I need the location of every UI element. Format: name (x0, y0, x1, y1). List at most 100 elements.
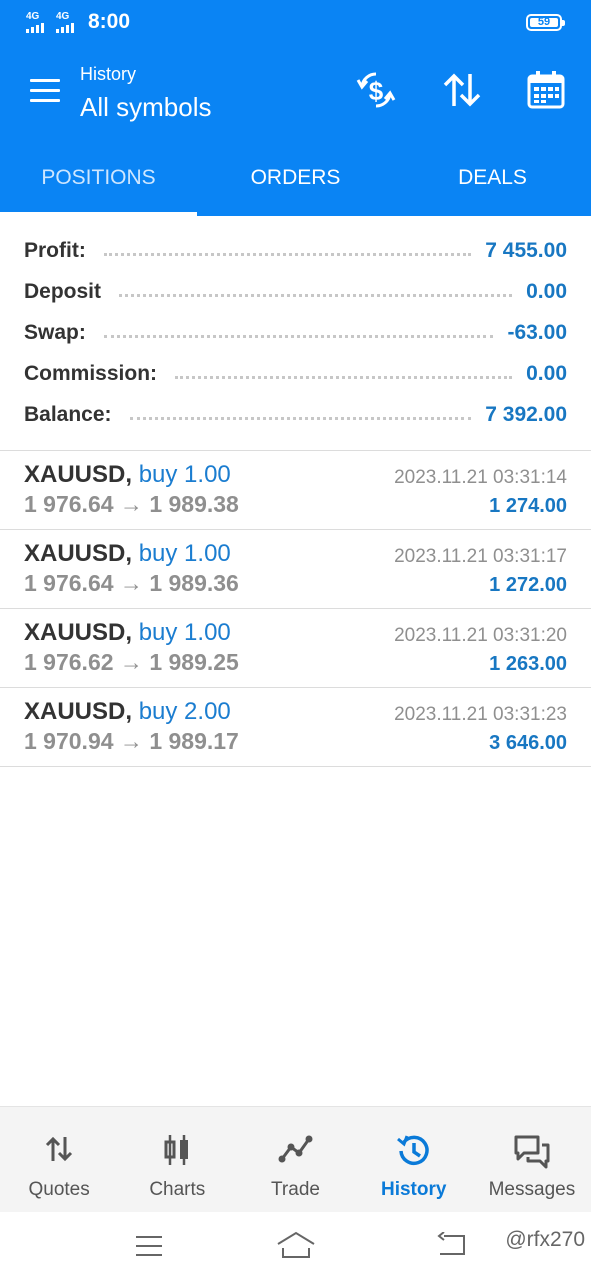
deal-type: buy 1.00 (138, 461, 231, 488)
nav-charts[interactable]: Charts (118, 1107, 236, 1212)
symbol-selector[interactable]: All symbols (80, 92, 211, 123)
deal-time: 2023.11.21 03:31:17 (394, 546, 567, 567)
list-item[interactable]: XAUUSD, buy 2.00 1 970.94 → 1 989.17 202… (0, 688, 591, 767)
arrow-icon: → (119, 491, 143, 517)
bottom-nav: Quotes Charts Trade History Messages (0, 1106, 591, 1212)
nav-quotes[interactable]: Quotes (0, 1107, 118, 1212)
deal-symbol: XAUUSD, (24, 461, 133, 488)
signal-indicator-2: 4G (56, 12, 74, 33)
summary-label: Swap: (24, 320, 86, 344)
deal-prices: 1 976.62 → 1 989.25 (24, 649, 239, 676)
deal-symbol-line: XAUUSD, buy 1.00 (24, 619, 231, 647)
deal-profit: 1 274.00 (489, 495, 567, 517)
nav-label: Trade (271, 1179, 320, 1200)
dotted-leader (103, 253, 472, 256)
deal-symbol: XAUUSD, (24, 540, 133, 567)
tab-label: POSITIONS (41, 166, 156, 189)
dotted-leader (175, 376, 513, 379)
arrow-icon: → (119, 570, 143, 596)
deal-profit: 1 272.00 (489, 574, 567, 596)
nav-messages[interactable]: Messages (473, 1107, 591, 1212)
open-price: 1 976.64 (24, 570, 114, 596)
summary-row-profit: Profit: 7 455.00 (24, 230, 567, 271)
status-time: 8:00 (88, 10, 131, 33)
currency-exchange-icon[interactable]: $ (354, 68, 398, 112)
nav-label: Messages (488, 1179, 576, 1200)
deal-time: 2023.11.21 03:31:20 (394, 625, 567, 646)
tab-positions[interactable]: POSITIONS (0, 136, 197, 216)
deal-profit: 3 646.00 (489, 732, 567, 754)
deal-symbol: XAUUSD, (24, 619, 133, 646)
dotted-leader (119, 294, 513, 297)
network-type-label: 4G (26, 11, 40, 22)
list-item[interactable]: XAUUSD, buy 1.00 1 976.64 → 1 989.36 202… (0, 530, 591, 609)
summary-label: Balance: (24, 402, 112, 426)
summary-value: 7 392.00 (485, 402, 567, 426)
close-price: 1 989.25 (149, 649, 239, 675)
open-price: 1 970.94 (24, 728, 114, 754)
summary-value: 0.00 (526, 361, 567, 385)
nav-label: Charts (149, 1179, 206, 1200)
svg-text:$: $ (369, 76, 384, 106)
list-item[interactable]: XAUUSD, buy 1.00 1 976.64 → 1 989.38 202… (0, 451, 591, 530)
history-icon (396, 1135, 429, 1166)
tab-bar: POSITIONS ORDERS DEALS (0, 136, 591, 216)
nav-label: History (380, 1179, 447, 1200)
deal-prices: 1 976.64 → 1 989.36 (24, 570, 239, 597)
open-price: 1 976.62 (24, 649, 114, 675)
summary-value: 7 455.00 (485, 238, 567, 262)
close-price: 1 989.38 (149, 491, 239, 517)
deal-symbol-line: XAUUSD, buy 2.00 (24, 698, 231, 726)
deal-type: buy 2.00 (138, 698, 231, 725)
summary-row-balance: Balance: 7 392.00 (24, 394, 567, 435)
summary-row-commission: Commission: 0.00 (24, 353, 567, 394)
battery-level: 59 (537, 16, 551, 28)
list-item[interactable]: XAUUSD, buy 1.00 1 976.62 → 1 989.25 202… (0, 609, 591, 688)
messages-icon (514, 1135, 550, 1169)
deal-prices: 1 976.64 → 1 989.38 (24, 491, 239, 518)
dotted-leader (129, 417, 472, 420)
deal-type: buy 1.00 (138, 619, 231, 646)
app-bar: History All symbols $ (0, 48, 591, 136)
deal-type: buy 1.00 (138, 540, 231, 567)
sort-icon[interactable] (440, 68, 484, 112)
nav-trade[interactable]: Trade (236, 1107, 354, 1212)
trade-icon (278, 1135, 312, 1163)
arrow-icon: → (119, 728, 143, 754)
summary-value: -63.00 (507, 320, 567, 344)
watermark: @rfx270 (505, 1228, 585, 1251)
deal-time: 2023.11.21 03:31:14 (394, 467, 567, 488)
deal-profit: 1 263.00 (489, 653, 567, 675)
dotted-leader (103, 335, 494, 338)
tab-label: DEALS (458, 166, 527, 189)
tab-deals[interactable]: DEALS (394, 136, 591, 216)
summary-panel: Profit: 7 455.00 Deposit 0.00 Swap: -63.… (0, 216, 591, 451)
close-price: 1 989.36 (149, 570, 239, 596)
summary-label: Deposit (24, 279, 102, 303)
charts-icon (164, 1135, 189, 1165)
quotes-icon (46, 1136, 73, 1162)
tab-orders[interactable]: ORDERS (197, 136, 394, 216)
summary-row-swap: Swap: -63.00 (24, 312, 567, 353)
deal-symbol-line: XAUUSD, buy 1.00 (24, 540, 231, 568)
network-type-label: 4G (56, 11, 70, 22)
calendar-icon[interactable] (524, 68, 568, 112)
page-subtitle: History (80, 64, 137, 84)
recents-icon[interactable] (134, 1234, 164, 1258)
close-price: 1 989.17 (149, 728, 239, 754)
nav-label: Quotes (28, 1179, 90, 1200)
summary-value: 0.00 (526, 279, 567, 303)
tab-label: ORDERS (250, 166, 341, 189)
home-icon[interactable] (276, 1230, 316, 1260)
deal-symbol: XAUUSD, (24, 698, 133, 725)
summary-label: Profit: (24, 238, 86, 262)
open-price: 1 976.64 (24, 491, 114, 517)
menu-icon[interactable] (30, 78, 62, 104)
nav-history[interactable]: History (355, 1107, 473, 1212)
deal-symbol-line: XAUUSD, buy 1.00 (24, 461, 231, 489)
system-nav-bar: @rfx270 (0, 1212, 591, 1280)
arrow-icon: → (119, 649, 143, 675)
back-icon[interactable] (436, 1232, 468, 1258)
summary-row-deposit: Deposit 0.00 (24, 271, 567, 312)
signal-indicator-1: 4G (26, 12, 44, 33)
